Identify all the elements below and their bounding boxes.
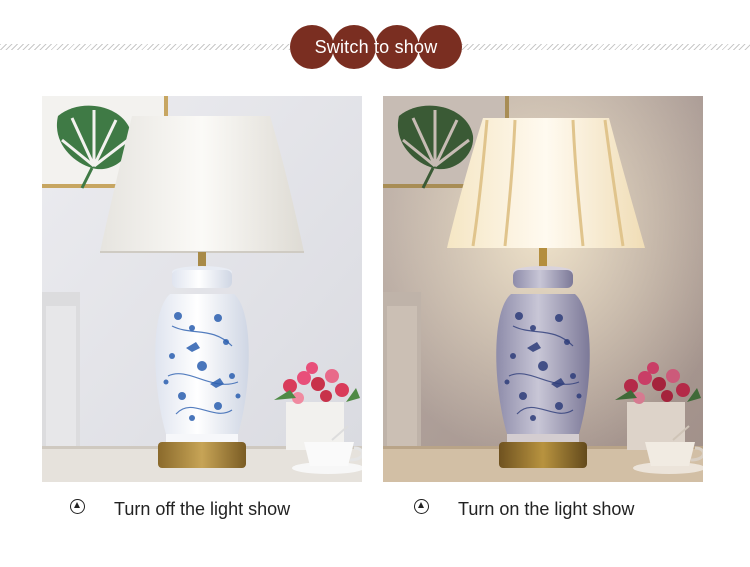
page-title: Switch to show [314,37,438,57]
caption-off-text: Turn off the light show [114,498,291,519]
caption-off: Turn off the light show [70,494,290,524]
lamp-on-photo [383,96,703,482]
decorative-hatch-right [456,44,750,50]
play-up-circle-icon [414,498,429,514]
play-up-circle-icon [70,498,85,514]
lamp-off-photo [42,96,362,482]
caption-on: Turn on the light show [414,494,634,524]
caption-on-text: Turn on the light show [458,498,635,519]
title-badge: Switch to show [290,25,462,69]
decorative-hatch-left [0,44,296,50]
